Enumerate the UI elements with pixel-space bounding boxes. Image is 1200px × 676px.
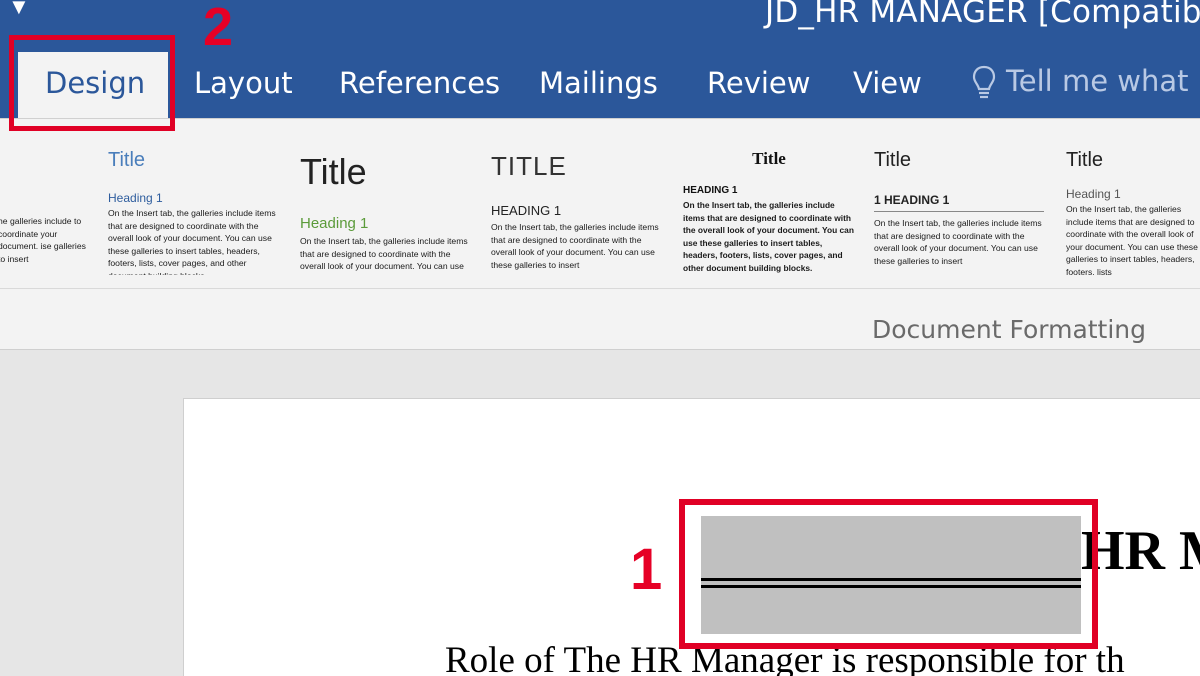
style-set-thumbnail[interactable]: TITLE HEADING 1 On the Insert tab, the g… [491,119,661,275]
tell-me-label: Tell me what [1006,64,1189,98]
annotation-step-2: 2 [203,0,234,57]
style-set-title: Title [300,151,367,192]
annotation-highlight-box-placeholder [679,499,1098,649]
customize-quick-access-arrow-icon[interactable]: ▼ [8,0,30,20]
style-set-heading: Heading 1 [108,191,163,205]
style-set-thumbnail[interactable]: he galleries include to coordinate your … [0,119,88,275]
ribbon-group-footer: Document Formatting [0,288,1200,350]
style-set-sample-text: On the Insert tab, the galleries include… [683,200,854,273]
style-set-heading: Heading 1 [1066,187,1121,201]
style-set-sample-text: On the Insert tab, the galleries include… [874,218,1042,266]
tell-me-search[interactable]: Tell me what [972,64,1189,101]
tab-layout[interactable]: Layout [194,66,293,100]
style-set-title: Title [1066,149,1104,171]
annotation-step-1: 1 [630,537,663,602]
style-set-heading: HEADING 1 [491,203,562,218]
style-set-heading: 1 HEADING 1 [874,193,950,207]
group-label-document-formatting: Document Formatting [872,315,1147,344]
style-set-sample-text: On the Insert tab, the galleries include… [491,222,659,270]
style-set-sample-text: On the Insert tab, the galleries include… [108,208,276,275]
style-set-heading: HEADING 1 [683,185,738,196]
style-set-sample-text: he galleries include to coordinate your … [0,216,86,264]
style-set-heading: Heading 1 [300,215,369,232]
style-set-gallery: he galleries include to coordinate your … [0,118,1200,289]
style-set-sample-text: On the Insert tab, the galleries include… [300,236,468,272]
tab-view[interactable]: View [853,66,922,100]
document-title: JD_HR MANAGER [Compatibili [765,0,1200,30]
style-set-title: TITLE [491,151,567,181]
lightbulb-icon [972,65,996,99]
style-set-thumbnail[interactable]: Title 1 HEADING 1 On the Insert tab, the… [874,119,1046,275]
style-set-thumbnail[interactable]: Title Heading 1 On the Insert tab, the g… [1066,119,1200,275]
title-bar: ▼ JD_HR MANAGER [Compatibili Design Layo… [0,0,1200,126]
style-set-thumbnail[interactable]: Title Heading 1 On the Insert tab, the g… [300,119,472,275]
style-set-title: Title [752,149,786,168]
document-heading: HR M [1081,520,1200,582]
style-set-title: Title [108,149,146,171]
annotation-highlight-box-design-tab [9,35,175,131]
style-set-title: Title [874,149,912,171]
style-set-sample-text: On the Insert tab, the galleries include… [1066,204,1198,275]
style-set-thumbnail[interactable]: Title HEADING 1 On the Insert tab, the g… [683,119,855,275]
heading-rule-divider [874,211,1044,212]
tab-mailings[interactable]: Mailings [539,66,658,100]
tab-review[interactable]: Review [707,66,810,100]
style-set-thumbnail[interactable]: Title Heading 1 On the Insert tab, the g… [108,119,276,275]
tab-references[interactable]: References [339,66,500,100]
